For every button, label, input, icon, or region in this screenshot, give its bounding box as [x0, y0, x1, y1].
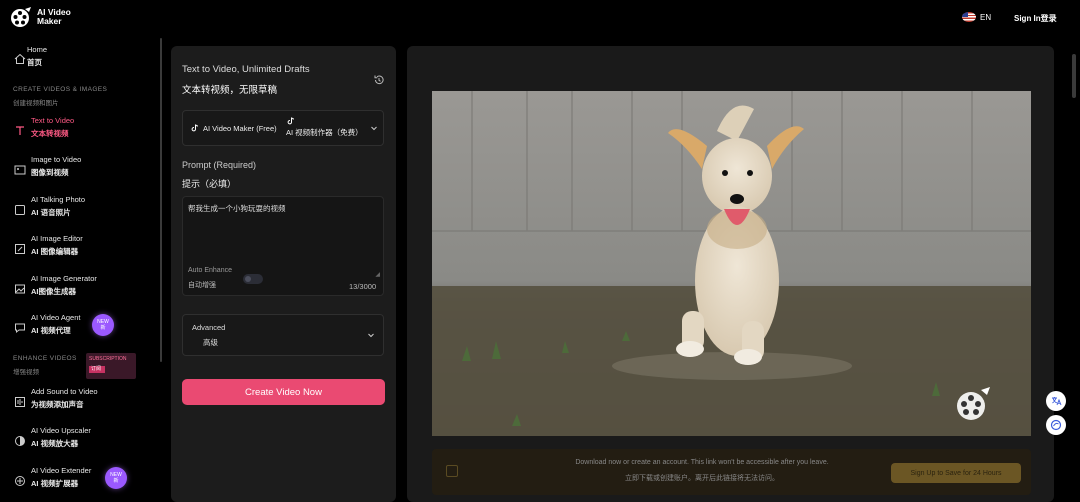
sidebar-item-upscaler[interactable]: AI Video Upscaler AI 视频放大器	[14, 426, 144, 454]
advanced-label: Advanced	[192, 323, 226, 332]
image-editor-icon	[15, 244, 25, 254]
language-label: EN	[980, 12, 992, 22]
model-selector[interactable]: AI Video Maker (Free) AI 视频制作器（免费）	[182, 110, 384, 146]
chevron-down-icon	[371, 126, 377, 131]
lock-icon	[446, 465, 458, 477]
section-header-cn: 增强视频	[13, 369, 39, 376]
sidebar-item-home[interactable]: Home 首页	[14, 45, 144, 73]
section-header: ENHANCE VIDEOS	[13, 355, 77, 362]
sidebar-item-talking-photo[interactable]: AI Talking Photo AI 语音照片	[14, 195, 144, 223]
sidebar-item-label-cn: 图像到视频	[31, 168, 69, 177]
sidebar-item-label-cn: AI 语音照片	[31, 208, 71, 217]
sidebar-item-label-cn: AI 视频扩展器	[31, 479, 79, 488]
tiktok-icon	[191, 124, 199, 132]
auto-enhance-label: Auto Enhance	[188, 267, 232, 274]
sidebar-item-label-cn: AI 视频代理	[31, 326, 71, 335]
sidebar-item-add-sound[interactable]: Add Sound to Video 为视频添加声音	[14, 387, 144, 415]
char-count: 13/3000	[349, 282, 377, 291]
sidebar-item-label-cn: 首页	[27, 58, 42, 67]
sidebar-item-label: AI Image Editor	[31, 234, 83, 243]
sidebar-scrollbar[interactable]	[160, 38, 162, 362]
us-flag-icon	[962, 12, 976, 22]
advanced-label-cn: 高级	[203, 338, 218, 347]
history-icon[interactable]	[373, 74, 385, 86]
model-label: AI Video Maker (Free)	[203, 124, 277, 133]
auto-enhance-toggle[interactable]	[243, 274, 263, 284]
extender-icon	[15, 476, 25, 486]
language-selector[interactable]: EN	[962, 12, 991, 22]
form-panel: Text to Video, Unlimited Drafts 文本转视频，无限…	[171, 46, 396, 502]
top-bar: AI Video Maker EN Sign In登录	[0, 0, 1080, 38]
sidebar-item-video-agent[interactable]: AI Video Agent AI 视频代理	[14, 313, 144, 341]
subscription-badge: SUBSCRIPTION 订阅	[86, 353, 136, 379]
form-title-cn: 文本转视频，无限草稿	[182, 85, 278, 96]
advanced-settings[interactable]: Advanced 高级	[182, 314, 384, 356]
film-reel-icon	[957, 387, 990, 420]
prompt-value: 帮我生成一个小狗玩耍的视频	[188, 204, 286, 213]
sidebar-item-label-cn: 文本转视频	[31, 129, 69, 138]
prompt-label: Prompt (Required)	[182, 160, 257, 170]
sidebar-item-image-to-video[interactable]: Image to Video 图像到视频	[14, 155, 144, 183]
sign-up-button[interactable]: Sign Up to Save for 24 Hours	[891, 463, 1021, 483]
image-generator-icon	[15, 284, 25, 294]
download-notice: Download now or create an account. This …	[432, 449, 1031, 495]
sidebar-item-label-cn: AI 视频放大器	[31, 439, 79, 448]
sidebar-item-label: Image to Video	[31, 155, 82, 164]
translate-icon[interactable]	[1046, 391, 1066, 411]
sidebar-item-image-generator[interactable]: AI Image Generator AI图像生成器	[14, 274, 144, 302]
sidebar-item-image-editor[interactable]: AI Image Editor AI 图像编辑器	[14, 234, 144, 262]
chevron-down-icon	[368, 333, 374, 338]
assistant-icon[interactable]	[1046, 415, 1066, 435]
sidebar-item-text-to-video[interactable]: Text to Video 文本转视频	[14, 116, 144, 144]
home-icon	[14, 53, 26, 64]
image-video-icon	[14, 165, 26, 175]
notice-text-cn: 立即下载或创建账户。离开后此链接将无法访问。	[625, 475, 779, 482]
form-title: Text to Video, Unlimited Drafts	[182, 64, 310, 75]
prompt-label-cn: 提示（必填）	[182, 179, 237, 189]
text-video-icon	[16, 126, 24, 135]
new-badge: NEW 新	[105, 467, 127, 489]
section-header: CREATE VIDEOS & IMAGES	[13, 86, 108, 93]
resize-handle-icon[interactable]: ◢	[375, 271, 380, 278]
sound-icon	[15, 397, 25, 407]
auto-enhance-label-cn: 自动增强	[188, 282, 216, 289]
page-scrollbar[interactable]	[1072, 54, 1076, 98]
sign-in-link[interactable]: Sign In登录	[1014, 13, 1057, 24]
talking-photo-icon	[15, 205, 25, 215]
create-video-button[interactable]: Create Video Now	[182, 379, 385, 405]
sidebar-item-label: AI Video Extender	[31, 466, 92, 475]
tiktok-icon	[287, 117, 295, 125]
sidebar: Home 首页 CREATE VIDEOS & IMAGES 创建视频和图片 T…	[0, 38, 164, 502]
upscaler-icon	[15, 436, 25, 446]
preview-panel: Download now or create an account. This …	[407, 46, 1054, 502]
film-reel-icon	[11, 7, 31, 27]
section-header-cn: 创建视频和图片	[13, 100, 59, 107]
sidebar-item-label-cn: AI 图像编辑器	[31, 247, 79, 256]
logo[interactable]: AI Video Maker	[10, 6, 77, 28]
sidebar-item-label: Home	[27, 45, 48, 54]
sidebar-item-label: Add Sound to Video	[31, 387, 98, 396]
notice-text: Download now or create an account. This …	[575, 459, 829, 466]
sidebar-item-label-cn: 为视频添加声音	[31, 400, 84, 409]
model-label-cn: AI 视频制作器（免费）	[286, 128, 363, 137]
brand-name: AI Video Maker	[37, 7, 71, 26]
sidebar-item-label: AI Talking Photo	[31, 195, 86, 204]
video-preview[interactable]	[432, 91, 1031, 436]
sidebar-item-label: AI Video Upscaler	[31, 426, 91, 435]
new-badge: NEW 新	[92, 314, 114, 336]
sidebar-item-label: AI Video Agent	[31, 313, 81, 322]
sidebar-item-label: AI Image Generator	[31, 274, 97, 283]
sidebar-item-label: Text to Video	[31, 116, 75, 125]
prompt-textarea[interactable]: 帮我生成一个小狗玩耍的视频 Auto Enhance 自动增强 ◢ 13/300…	[182, 196, 384, 296]
sidebar-item-label-cn: AI图像生成器	[31, 287, 76, 296]
chat-icon	[15, 323, 25, 334]
